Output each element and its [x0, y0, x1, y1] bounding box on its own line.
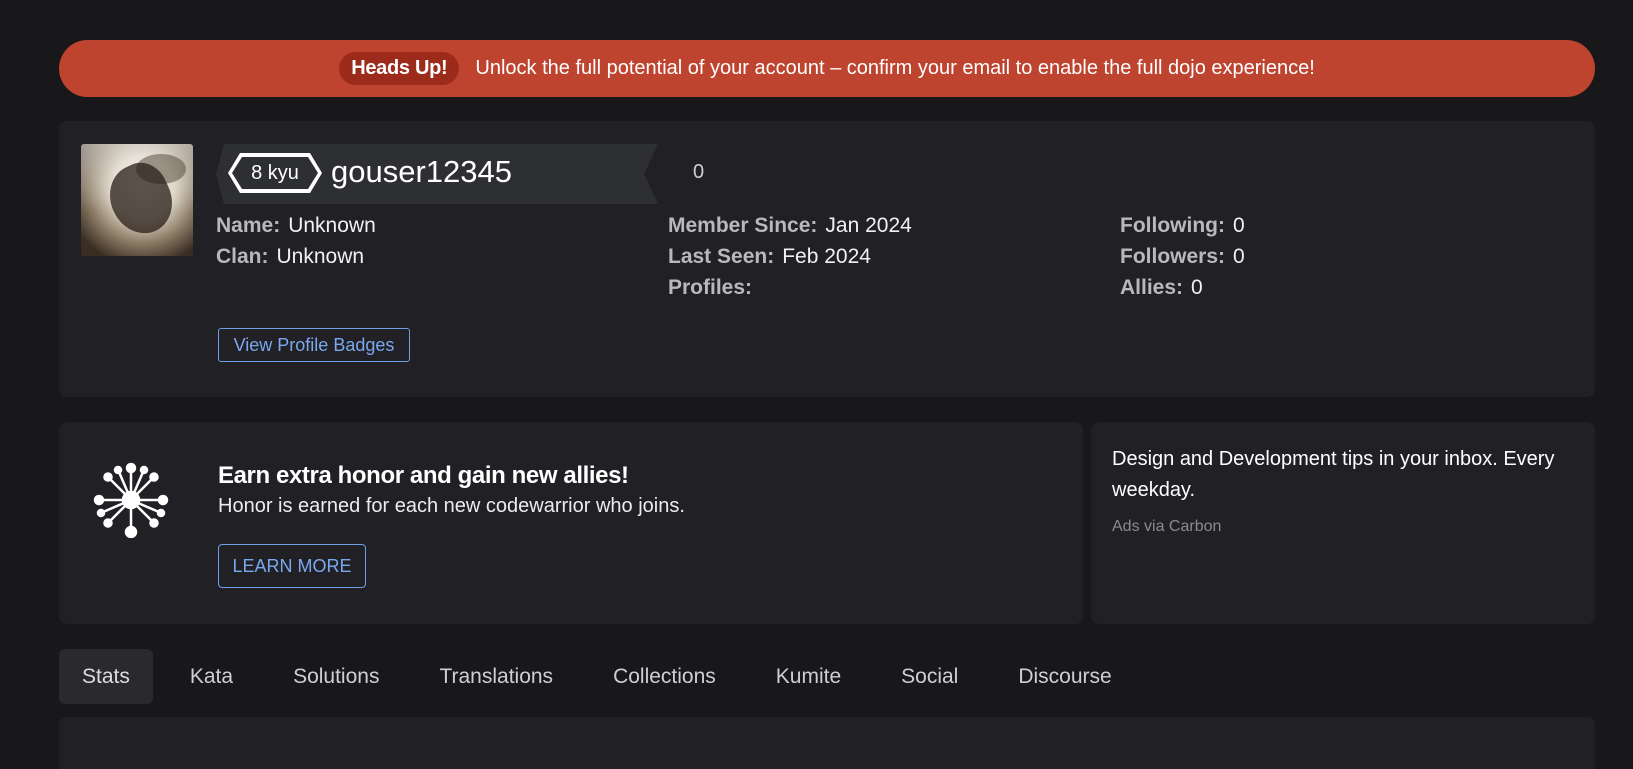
clan-value: Unknown: [276, 245, 365, 268]
tab-collections[interactable]: Collections: [590, 649, 739, 704]
promo-title: Earn extra honor and gain new allies!: [218, 462, 629, 489]
ad-text[interactable]: Design and Development tips in your inbo…: [1112, 444, 1582, 506]
avatar[interactable]: [81, 144, 193, 256]
referral-promo-card: Earn extra honor and gain new allies! Ho…: [59, 422, 1083, 624]
allies-row[interactable]: Allies: 0: [1120, 272, 1245, 303]
info-column-activity: Member Since: Jan 2024 Last Seen: Feb 2024…: [668, 210, 912, 303]
info-column-social: Following: 0 Followers: 0 Allies: 0: [1120, 210, 1245, 303]
following-row[interactable]: Following: 0: [1120, 210, 1245, 241]
last-seen-value: Feb 2024: [782, 245, 871, 268]
followers-label: Followers:: [1120, 245, 1226, 268]
carbon-ad-card[interactable]: Design and Development tips in your inbo…: [1091, 422, 1595, 624]
view-profile-badges-button[interactable]: View Profile Badges: [218, 328, 410, 362]
tab-kumite[interactable]: Kumite: [753, 649, 864, 704]
tab-kata[interactable]: Kata: [167, 649, 256, 704]
allies-value: 0: [1191, 276, 1203, 299]
last-seen-row: Last Seen: Feb 2024: [668, 241, 912, 272]
clan-label: Clan:: [216, 245, 269, 268]
profile-card: 8 kyu gouser12345 0 Name: Unknown Clan: Un…: [59, 121, 1595, 397]
allies-label: Allies:: [1120, 276, 1184, 299]
clan-row: Clan: Unknown: [216, 241, 376, 272]
alert-message: Unlock the full potential of your accoun…: [475, 57, 1315, 79]
tab-solutions[interactable]: Solutions: [270, 649, 402, 704]
name-row: Name: Unknown: [216, 210, 376, 241]
rank-label: 8 kyu: [232, 157, 318, 189]
stats-panel: [59, 717, 1595, 769]
tab-translations[interactable]: Translations: [416, 649, 576, 704]
ads-via-carbon-link[interactable]: Ads via Carbon: [1112, 518, 1221, 536]
member-since-value: Jan 2024: [825, 214, 912, 237]
followers-value: 0: [1233, 245, 1245, 268]
tab-discourse[interactable]: Discourse: [995, 649, 1134, 704]
honor-count: 0: [693, 161, 705, 183]
member-since-row: Member Since: Jan 2024: [668, 210, 912, 241]
info-column-personal: Name: Unknown Clan: Unknown: [216, 210, 376, 272]
profiles-row: Profiles:: [668, 272, 912, 303]
followers-row[interactable]: Followers: 0: [1120, 241, 1245, 272]
following-label: Following:: [1120, 214, 1225, 237]
profiles-label: Profiles:: [668, 276, 753, 299]
last-seen-label: Last Seen:: [668, 245, 775, 268]
tab-social[interactable]: Social: [878, 649, 981, 704]
network-icon: [93, 462, 169, 538]
name-value: Unknown: [288, 214, 376, 237]
tab-stats[interactable]: Stats: [59, 649, 153, 704]
heads-up-pill: Heads Up!: [339, 52, 460, 85]
profile-tabs: Stats Kata Solutions Translations Collec…: [59, 649, 1149, 704]
name-label: Name:: [216, 214, 281, 237]
following-value: 0: [1232, 214, 1245, 237]
email-confirm-alert: Heads Up! Unlock the full potential of y…: [59, 40, 1595, 97]
rank-badge: 8 kyu: [228, 153, 322, 193]
username: gouser12345: [331, 154, 512, 189]
promo-subtitle: Honor is earned for each new codewarrior…: [218, 495, 685, 517]
learn-more-button[interactable]: LEARN MORE: [218, 544, 366, 588]
member-since-label: Member Since:: [668, 214, 818, 237]
